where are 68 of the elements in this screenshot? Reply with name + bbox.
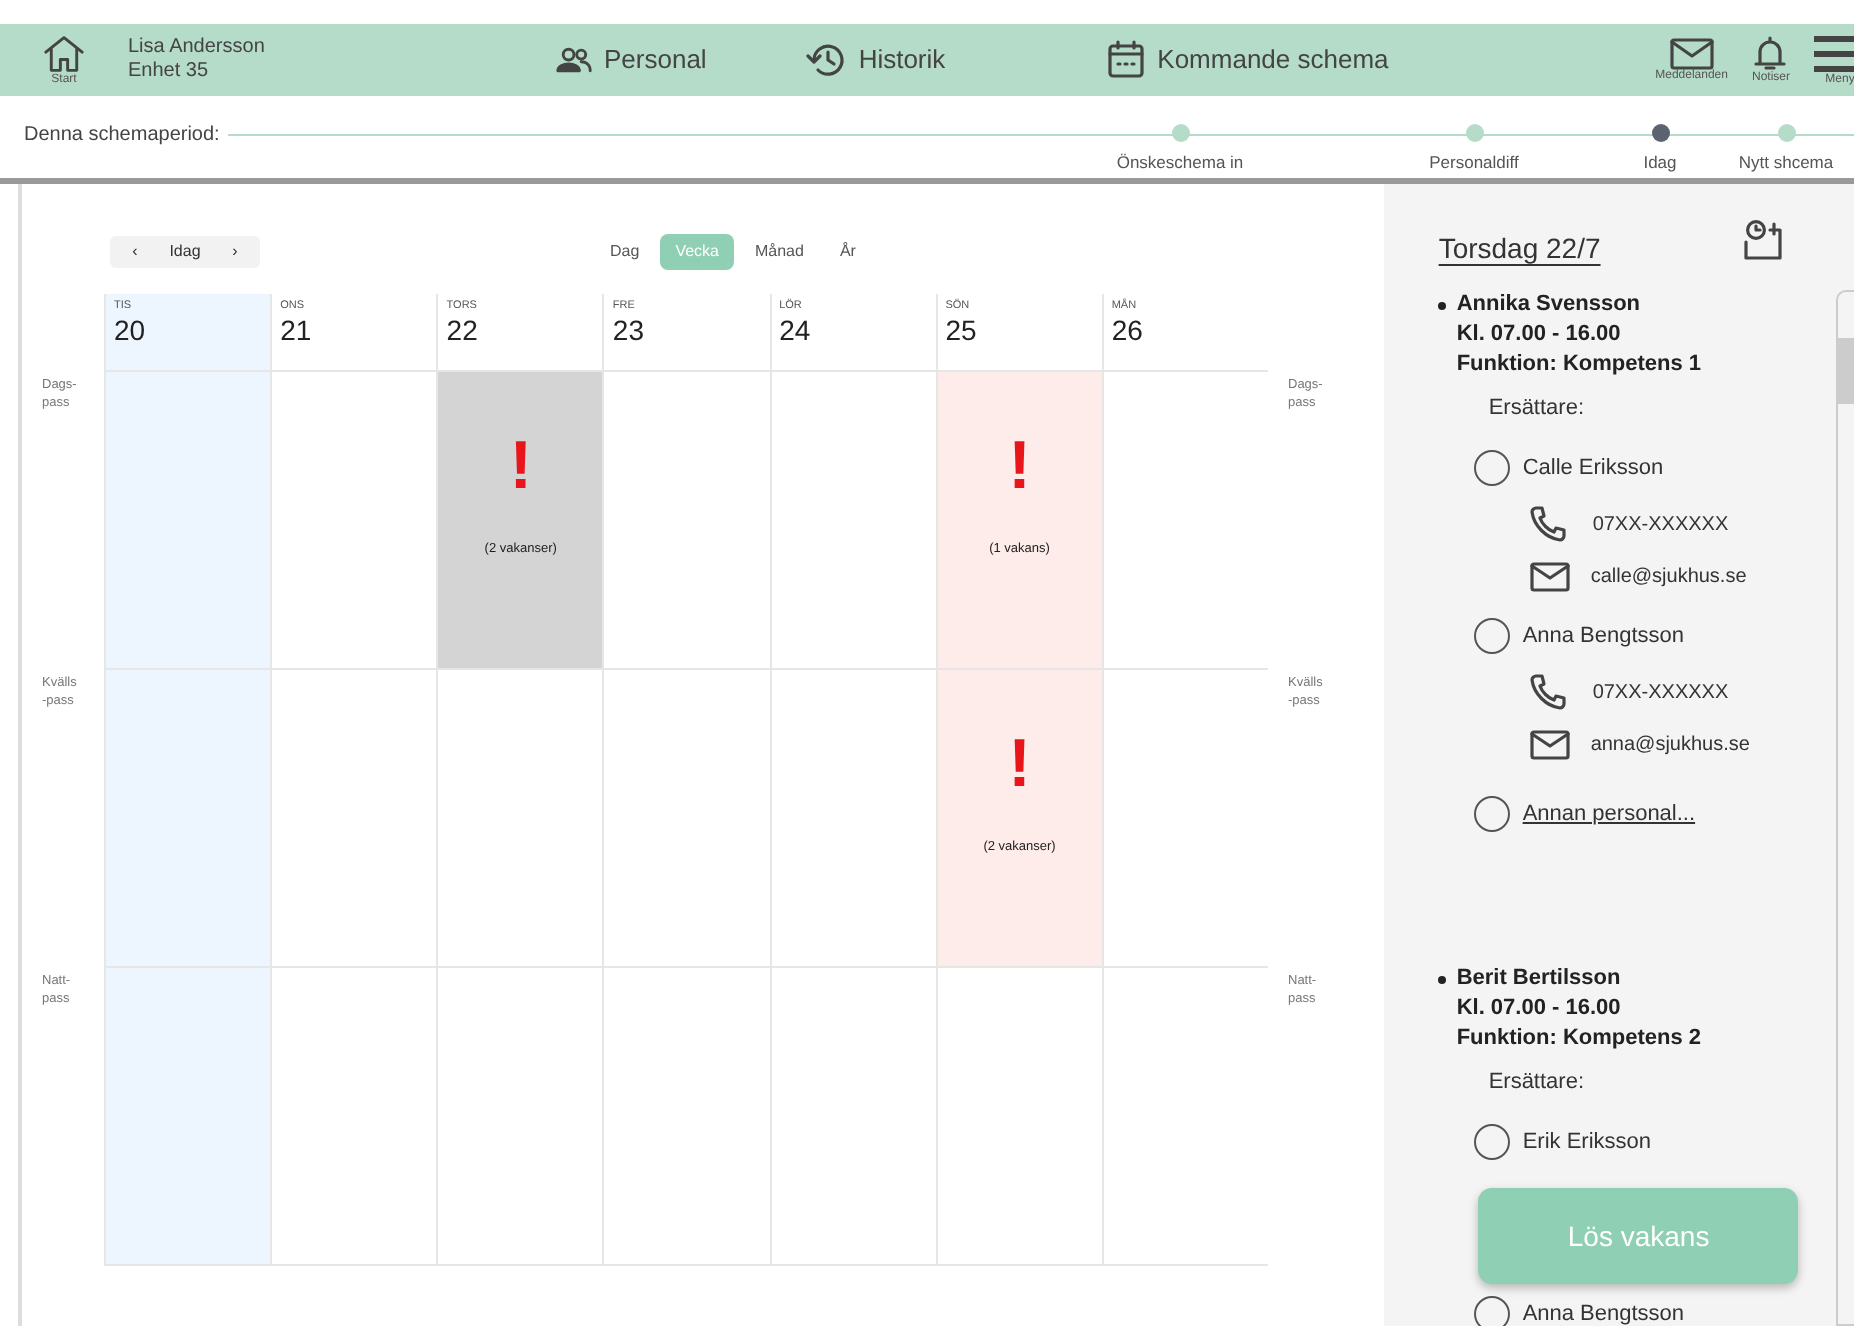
radio-button[interactable] [1474,1124,1511,1161]
calendar-cell[interactable] [104,968,271,1264]
user-name: Lisa Andersson [128,35,267,60]
date-label: 20 [114,314,148,349]
menu-icon[interactable] [1814,34,1854,74]
date-label: 22 [446,314,480,349]
shift-time: Kl. 07.00 - 16.00 [1456,993,1623,1024]
people-icon[interactable] [556,46,592,74]
substitute-name: Anna Bengtsson [1522,621,1685,652]
date-label: 26 [1111,314,1145,349]
view-tab[interactable]: Dag [594,234,656,270]
warning-icon: ! [1008,432,1031,500]
previous-button[interactable]: ‹ [110,236,160,268]
calendar-icon[interactable] [1105,40,1146,80]
view-tab[interactable]: År [823,234,872,270]
radio-button[interactable] [1474,1296,1511,1326]
nav-link[interactable]: Kommande schema [1157,40,1389,80]
email-address: calle@sjukhus.se [1590,564,1747,593]
timeline-label: Denna schemaperiod: [24,120,228,150]
staff-function: Funktion: Kompetens 1 [1456,349,1702,380]
calendar-cell[interactable] [104,372,271,668]
unit-name: Enhet 35 [128,60,211,85]
email-address: anna@sjukhus.se [1590,732,1750,761]
phone-number: 07XX-XXXXXX [1592,511,1729,540]
mail-icon[interactable] [1669,38,1714,70]
mail-icon [1530,730,1571,761]
staff-function: Funktion: Kompetens 2 [1456,1023,1702,1054]
bell-icon[interactable] [1754,36,1787,72]
phone-icon [1530,674,1567,711]
substitute-name: Calle Eriksson [1522,453,1664,484]
radio-button[interactable] [1474,450,1511,487]
radio-button[interactable] [1474,796,1511,833]
calendar-cell[interactable] [104,670,271,966]
warning-icon: ! [1008,730,1031,798]
phone-icon [1530,506,1567,543]
substitute-name: Anna Bengtsson [1522,1299,1685,1326]
nav-link[interactable]: Personal [604,40,707,80]
next-button[interactable]: › [210,236,260,268]
substitutes-label: Ersättare: [1488,1067,1586,1098]
milestone-label: Nytt shcema [1738,150,1834,176]
substitutes-label: Ersättare: [1488,393,1586,424]
nav-link[interactable]: Historik [858,40,946,80]
bullet [1438,302,1447,310]
staff-name: Berit Bertilsson [1456,964,1623,994]
milestone-label: Önskeschema in [1116,150,1244,176]
date-heading: Torsdag 22/7 [1438,230,1601,268]
substitute-name: Erik Eriksson [1522,1127,1651,1158]
staff-name: Annika Svensson [1456,290,1643,320]
other-staff-link[interactable]: Annan personal... [1522,797,1696,831]
date-label: 23 [612,314,646,349]
home-icon[interactable] [42,34,86,74]
warning-icon: ! [509,432,533,500]
scrollbar[interactable] [1836,290,1854,1326]
calendar-clock-icon[interactable] [1744,217,1784,261]
view-tab[interactable]: Månad [738,234,820,270]
scrollbar-thumb[interactable] [1838,338,1854,404]
date-label: 25 [945,314,979,349]
bullet [1438,976,1447,985]
date-label: 24 [779,314,813,349]
today-button[interactable]: Idag [160,236,210,268]
history-icon[interactable] [806,42,847,78]
milestone-label: Idag [1643,150,1677,176]
date-label: 21 [280,314,314,349]
milestone-label: Personaldiff [1429,150,1519,176]
shift-time: Kl. 07.00 - 16.00 [1456,319,1623,350]
phone-number: 07XX-XXXXXX [1592,679,1729,708]
radio-button[interactable] [1474,618,1511,655]
mail-icon [1530,562,1571,593]
